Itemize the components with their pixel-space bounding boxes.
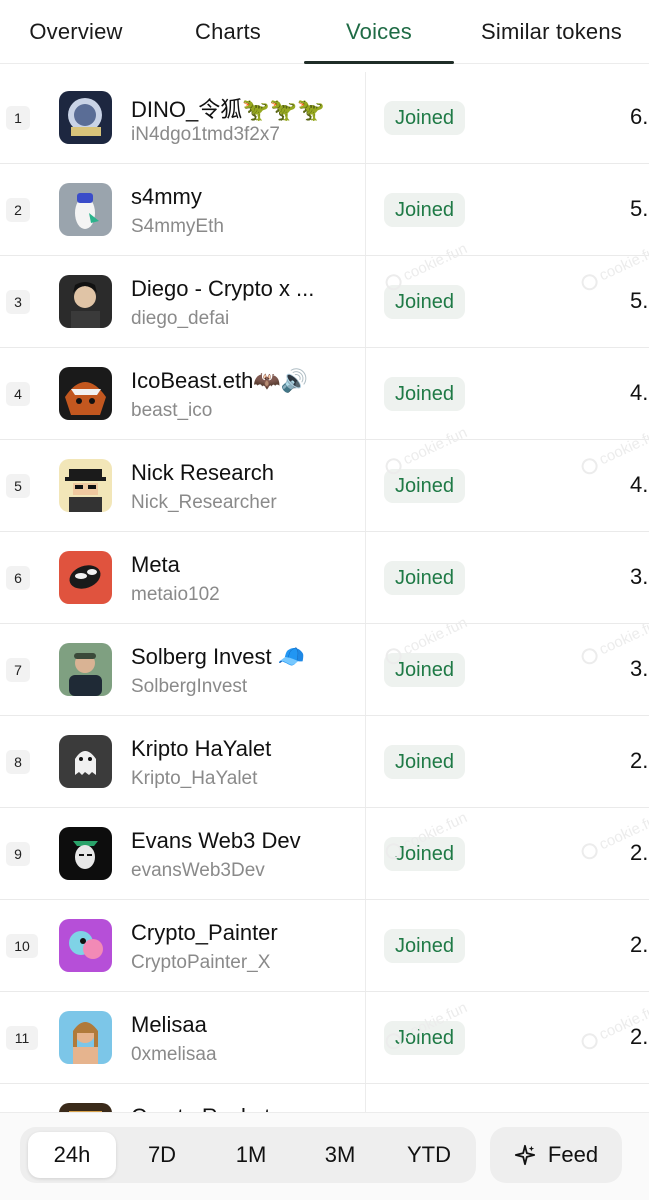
rank-badge: 8 [6,750,30,774]
table-row[interactable]: 7 Solberg Invest 🧢 SolbergInvest Joined … [0,624,649,716]
avatar [59,459,112,512]
voice-name[interactable]: DINO_令狐🦖🦖🦖 [131,92,361,124]
tab-voices-label: Voices [345,19,413,44]
joined-badge: Joined [384,101,465,135]
voice-name[interactable]: Diego - Crypto x ... [131,276,361,302]
voice-handle: evansWeb3Dev [131,860,265,881]
voice-name[interactable]: Kripto HaYalet [131,736,361,762]
feed-label: Feed [547,1142,599,1167]
rank-badge: 9 [6,842,30,866]
period-1m[interactable]: 1M [207,1132,295,1178]
voices-table: 1 DINO_令狐🦖🦖🦖 iN4dgo1tmd3f2x7 Joined 6. 2… [0,72,649,1200]
rank-badge: 2 [6,198,30,222]
tab-similar-tokens[interactable]: Similar tokens [454,0,649,64]
rank-badge: 10 [6,934,38,958]
voice-name[interactable]: Melisaa [131,1012,361,1038]
voice-value: 3. [630,656,649,681]
joined-badge: Joined [384,561,465,595]
table-row[interactable]: 8 Kripto HaYalet Kripto_HaYalet Joined 2… [0,716,649,808]
tab-voices[interactable]: Voices [304,0,454,64]
voice-value: 5. [630,288,649,313]
table-row[interactable]: 6 Meta metaio102 Joined 3. [0,532,649,624]
period-7d[interactable]: 7D [118,1132,206,1178]
period-selector: 24h 7D 1M 3M YTD [20,1127,476,1183]
rank-badge: 5 [6,474,30,498]
table-row[interactable]: 11 Melisaa 0xmelisaa Joined 2. [0,992,649,1084]
sparkle-icon [514,1144,536,1166]
avatar [59,735,112,788]
voice-name[interactable]: Meta [131,552,361,578]
rank-badge: 11 [6,1026,38,1050]
avatar [59,275,112,328]
voice-value: 4. [630,472,649,497]
voice-name[interactable]: Crypto_Painter [131,920,361,946]
voice-handle: beast_ico [131,400,213,421]
voice-value: 2. [630,748,649,773]
table-row[interactable]: 4 IcoBeast.eth🦇🔊 beast_ico Joined 4. [0,348,649,440]
voice-value: 3. [630,564,649,589]
voice-handle: CryptoPainter_X [131,952,271,973]
rank-badge: 1 [6,106,30,130]
joined-badge: Joined [384,193,465,227]
rank-badge: 4 [6,382,30,406]
table-row[interactable]: 2 s4mmy S4mmyEth Joined 5. [0,164,649,256]
tab-overview[interactable]: Overview [0,0,152,64]
period-ytd[interactable]: YTD [385,1132,473,1178]
voice-handle: SolbergInvest [131,676,248,697]
table-row[interactable]: 10 Crypto_Painter CryptoPainter_X Joined… [0,900,649,992]
joined-badge: Joined [384,469,465,503]
voice-handle: metaio102 [131,584,220,605]
joined-badge: Joined [384,929,465,963]
voice-name[interactable]: Nick Research [131,460,361,486]
rank-badge: 6 [6,566,30,590]
tab-bar: Overview Charts Voices Similar tokens [0,0,649,64]
joined-badge: Joined [384,285,465,319]
avatar [59,91,112,144]
voice-handle: Kripto_HaYalet [131,768,258,789]
voice-handle: diego_defai [131,308,230,329]
voice-handle: Nick_Researcher [131,492,277,513]
avatar [59,919,112,972]
voice-value: 2. [630,840,649,865]
table-row[interactable]: 3 Diego - Crypto x ... diego_defai Joine… [0,256,649,348]
voice-handle: 0xmelisaa [131,1044,217,1065]
voice-value: 4. [630,380,649,405]
joined-badge: Joined [384,745,465,779]
table-row[interactable]: 1 DINO_令狐🦖🦖🦖 iN4dgo1tmd3f2x7 Joined 6. [0,72,649,164]
period-3m[interactable]: 3M [296,1132,384,1178]
active-tab-underline [304,61,454,64]
voice-value: 6. [630,104,649,129]
avatar [59,827,112,880]
avatar [59,1011,112,1064]
tab-charts[interactable]: Charts [152,0,304,64]
voice-name[interactable]: IcoBeast.eth🦇🔊 [131,368,361,394]
rank-badge: 7 [6,658,30,682]
feed-button[interactable]: Feed [490,1127,622,1183]
voice-name[interactable]: Evans Web3 Dev [131,828,361,854]
voice-value: 2. [630,932,649,957]
rank-badge: 3 [6,290,30,314]
voice-value: 5. [630,196,649,221]
voice-handle: S4mmyEth [131,216,224,237]
avatar [59,551,112,604]
table-row[interactable]: 5 Nick Research Nick_Researcher Joined 4… [0,440,649,532]
table-row[interactable]: 9 Evans Web3 Dev evansWeb3Dev Joined 2. [0,808,649,900]
period-24h[interactable]: 24h [28,1132,116,1178]
voice-handle: iN4dgo1tmd3f2x7 [131,124,280,145]
avatar [59,643,112,696]
joined-badge: Joined [384,377,465,411]
voice-name[interactable]: Solberg Invest 🧢 [131,644,361,670]
bottom-bar: 24h 7D 1M 3M YTD Feed [0,1112,649,1200]
avatar [59,183,112,236]
avatar [59,367,112,420]
voice-name[interactable]: s4mmy [131,184,361,210]
